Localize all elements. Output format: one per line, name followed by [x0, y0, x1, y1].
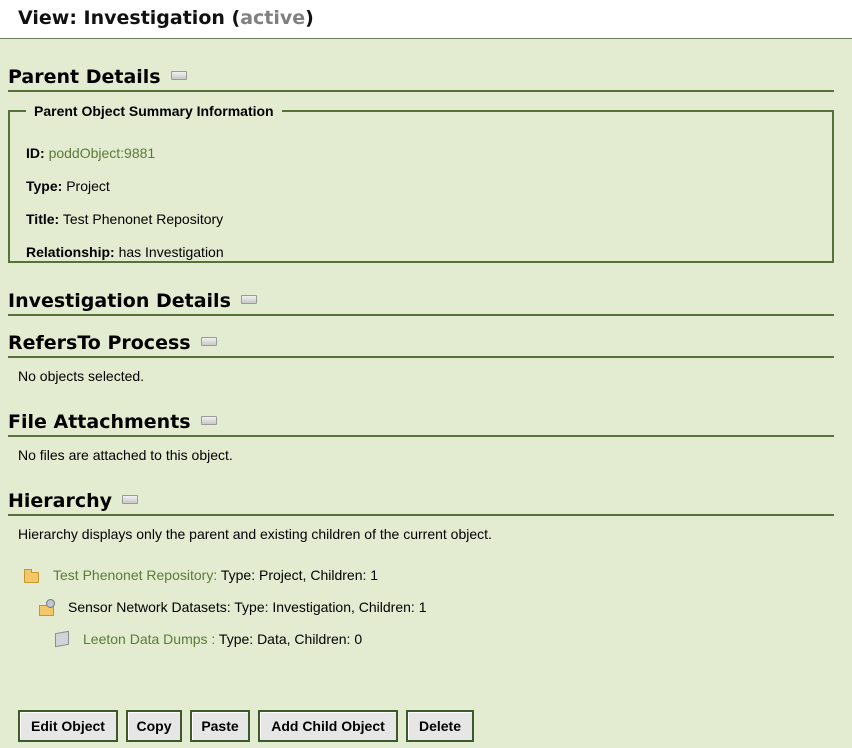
section-header: Hierarchy	[8, 490, 834, 516]
view-prefix: View: Investigation (	[18, 7, 241, 29]
tree-item: Test Phenonet Repository: Type: Project,…	[24, 567, 378, 583]
parent-summary-legend: Parent Object Summary Information	[34, 103, 274, 119]
collapse-toggle-icon[interactable]	[170, 71, 187, 80]
type-row: Type: Project	[26, 178, 110, 194]
delete-button[interactable]: Delete	[406, 710, 474, 742]
tree-item-details: Type: Data, Children: 0	[215, 631, 363, 647]
section-title: Investigation Details	[8, 290, 257, 312]
relationship-row: Relationship: has Investigation	[26, 244, 224, 260]
edit-object-button[interactable]: Edit Object	[18, 710, 118, 742]
section-title: Hierarchy	[8, 490, 139, 512]
tree-item-link[interactable]: Test Phenonet Repository:	[53, 567, 217, 583]
page-title: View: Investigation (active)	[18, 7, 314, 29]
section-header: File Attachments	[8, 411, 834, 437]
action-buttons: Edit Object Copy Paste Add Child Object …	[18, 710, 474, 742]
add-child-object-button[interactable]: Add Child Object	[258, 710, 398, 742]
top-bar: View: Investigation (active)	[0, 0, 852, 39]
id-label: ID:	[26, 145, 45, 161]
tree-item-details: Type: Investigation, Children: 1	[230, 599, 427, 615]
file-attachments-message: No files are attached to this object.	[18, 447, 233, 463]
parent-details-section: Parent Details	[8, 66, 834, 92]
section-header: Parent Details	[8, 66, 834, 92]
folder-icon	[24, 568, 39, 583]
investigation-details-section: Investigation Details	[8, 290, 834, 316]
type-value: Project	[66, 178, 110, 194]
relationship-label: Relationship:	[26, 244, 115, 260]
parent-details-title: Parent Details	[8, 66, 161, 88]
copy-button[interactable]: Copy	[126, 710, 182, 742]
hierarchy-section: Hierarchy	[8, 490, 834, 516]
type-label: Type:	[26, 178, 63, 194]
refers-to-process-title: RefersTo Process	[8, 332, 191, 354]
refers-to-process-section: RefersTo Process	[8, 332, 834, 358]
title-label: Title:	[26, 211, 60, 227]
section-title: Parent Details	[8, 66, 187, 88]
title-row: Title: Test Phenonet Repository	[26, 211, 223, 227]
folder-gear-icon	[39, 598, 55, 616]
hierarchy-description: Hierarchy displays only the parent and e…	[18, 526, 492, 542]
file-attachments-title: File Attachments	[8, 411, 191, 433]
tree-item: Leeton Data Dumps : Type: Data, Children…	[55, 630, 363, 648]
investigation-details-title: Investigation Details	[8, 290, 231, 312]
section-header: RefersTo Process	[8, 332, 834, 358]
parent-summary-fieldset: Parent Object Summary Information ID: po…	[8, 103, 834, 263]
collapse-toggle-icon[interactable]	[200, 416, 217, 425]
relationship-value: has Investigation	[118, 244, 224, 260]
refers-to-message: No objects selected.	[18, 368, 145, 384]
view-suffix: )	[305, 7, 314, 29]
tree-item: Sensor Network Datasets: Type: Investiga…	[39, 598, 427, 616]
hierarchy-title: Hierarchy	[8, 490, 113, 512]
file-attachments-section: File Attachments	[8, 411, 834, 437]
section-title: RefersTo Process	[8, 332, 217, 354]
tree-item-name: Sensor Network Datasets:	[68, 599, 231, 615]
tree-item-details: Type: Project, Children: 1	[217, 567, 379, 583]
id-value-link[interactable]: poddObject:9881	[49, 145, 156, 161]
id-row: ID: poddObject:9881	[26, 145, 155, 161]
title-value: Test Phenonet Repository	[62, 211, 224, 227]
tree-item-link[interactable]: Leeton Data Dumps :	[83, 631, 215, 647]
collapse-toggle-icon[interactable]	[122, 495, 139, 504]
section-title: File Attachments	[8, 411, 217, 433]
status-label: active	[240, 7, 306, 29]
collapse-toggle-icon[interactable]	[200, 337, 217, 346]
section-header: Investigation Details	[8, 290, 834, 316]
cube-icon	[55, 630, 69, 648]
paste-button[interactable]: Paste	[190, 710, 250, 742]
collapse-toggle-icon[interactable]	[240, 295, 257, 304]
